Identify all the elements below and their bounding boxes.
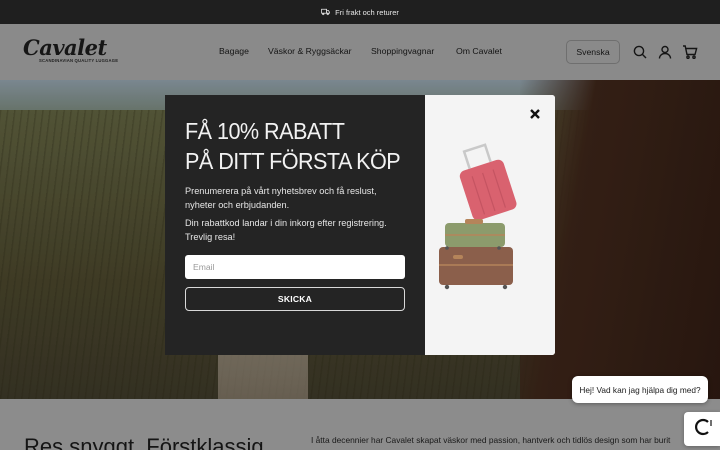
email-field[interactable] [185,255,405,279]
announcement-text: Fri frakt och returer [335,7,399,17]
announcement-bar: Fri frakt och returer [0,0,720,24]
logo-wordmark: Cavalet [23,35,107,60]
popup-image-panel [425,95,555,355]
chat-logo-icon [690,418,714,441]
truck-icon [321,7,330,18]
popup-note: Din rabattkod landar i din inkorg efter … [185,218,387,242]
popup-title: FÅ 10% RABATT PÅ DITT FÖRSTA KÖP [185,116,401,176]
close-icon[interactable] [528,107,542,121]
nav-item-shoppingvagnar[interactable]: Shoppingvagnar [371,46,456,56]
popup-title-line2: PÅ DITT FÖRSTA KÖP [185,148,401,174]
search-icon[interactable] [632,44,648,60]
intro-paragraph: I åtta decennier har Cavalet skapat väsk… [311,435,671,445]
submit-button[interactable]: SKICKA [185,287,405,311]
cavalet-logo[interactable]: Cavalet SCANDINAVIAN QUALITY LUGGAGE [23,35,119,66]
account-icon[interactable] [657,44,673,60]
main-nav: Bagage Väskor & Ryggsäckar Shoppingvagna… [219,46,502,56]
site-header: Cavalet SCANDINAVIAN QUALITY LUGGAGE Bag… [0,24,720,80]
popup-description: Prenumerera på vårt nyhetsbrev och få re… [185,186,377,210]
intro-section: Res snyggt. Förstklassig I åtta decennie… [0,399,720,450]
intro-heading: Res snyggt. Förstklassig [24,434,264,450]
popup-form-panel: FÅ 10% RABATT PÅ DITT FÖRSTA KÖP Prenume… [165,95,425,355]
logo-tagline: SCANDINAVIAN QUALITY LUGGAGE [39,58,119,63]
luggage-illustration [425,95,555,355]
chat-launcher-button[interactable] [684,412,720,446]
popup-title-line1: FÅ 10% RABATT [185,118,345,144]
cart-icon[interactable] [682,44,698,60]
chat-greeting-bubble[interactable]: Hej! Vad kan jag hjälpa dig med? [572,376,708,403]
newsletter-popup: FÅ 10% RABATT PÅ DITT FÖRSTA KÖP Prenume… [165,95,555,355]
nav-item-vaskor-ryggsackar[interactable]: Väskor & Ryggsäckar [268,46,371,56]
language-selector[interactable]: Svenska [566,40,620,64]
nav-item-om-cavalet[interactable]: Om Cavalet [456,46,502,56]
nav-item-bagage[interactable]: Bagage [219,46,268,56]
